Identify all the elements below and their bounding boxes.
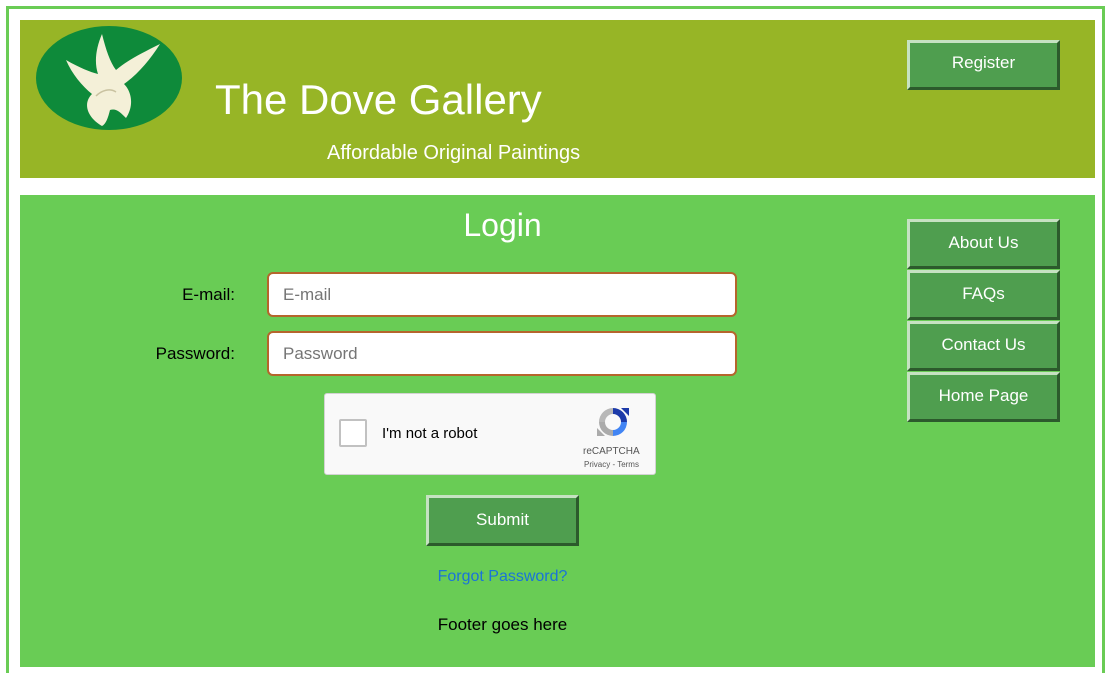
nav-home-page-button[interactable]: Home Page [907,372,1060,422]
main-content: Login E-mail: Password: I'm not a robot … [20,195,1095,667]
email-field[interactable] [267,272,737,317]
site-title: The Dove Gallery [215,76,542,123]
recaptcha-icon [595,404,631,445]
nav-contact-us-button[interactable]: Contact Us [907,321,1060,371]
recaptcha-widget: I'm not a robot reCAPTCHA Privacy - Term… [324,393,656,475]
site-subtitle: Affordable Original Paintings [327,142,581,164]
password-field[interactable] [267,331,737,376]
register-button[interactable]: Register [907,40,1060,90]
submit-button[interactable]: Submit [426,495,579,546]
recaptcha-checkbox[interactable] [339,419,367,447]
password-label: Password: [155,344,235,363]
email-label: E-mail: [182,285,235,304]
recaptcha-links[interactable]: Privacy - Terms [584,460,639,469]
dove-logo-icon [36,26,182,130]
forgot-password-link[interactable]: Forgot Password? [20,568,985,586]
login-title: Login [463,207,542,243]
recaptcha-label: I'm not a robot [382,425,478,442]
site-header: The Dove Gallery Affordable Original Pai… [20,20,1095,178]
footer-text: Footer goes here [437,615,568,634]
recaptcha-brand: reCAPTCHA [583,446,640,457]
nav-about-us-button[interactable]: About Us [907,219,1060,269]
nav-faqs-button[interactable]: FAQs [907,270,1060,320]
